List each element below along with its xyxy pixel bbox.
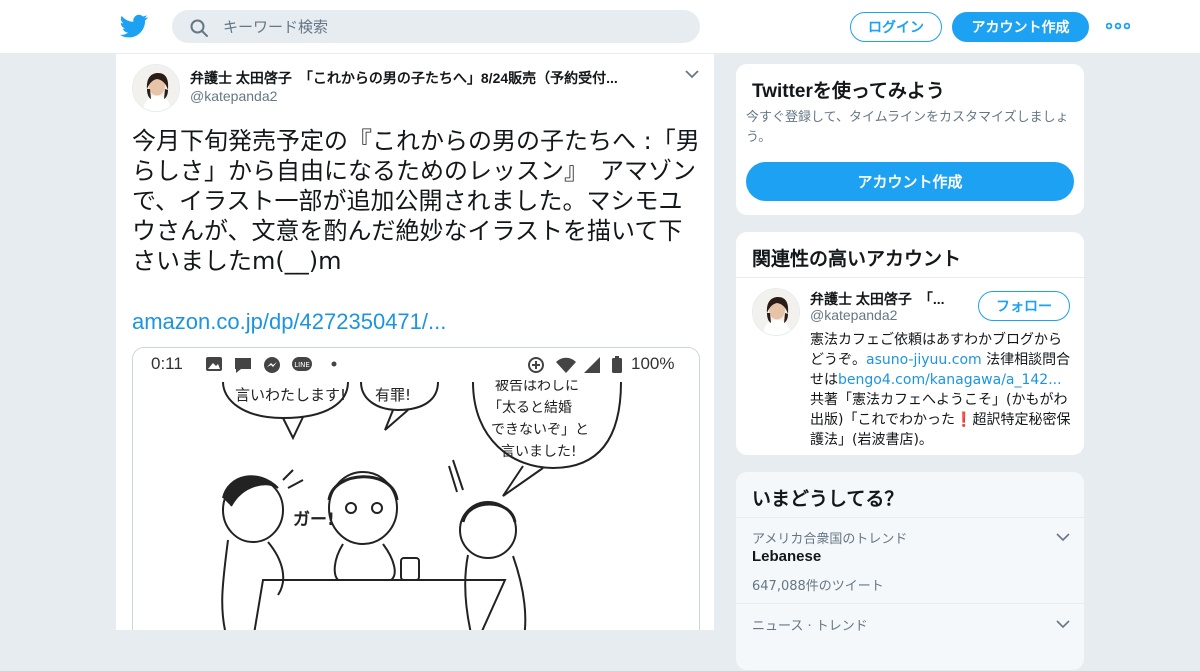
chevron-down-icon[interactable] xyxy=(684,68,700,80)
author-name[interactable]: 弁護士 太田啓子 「これからの男の子たちへ」8/24販売（予約受付... xyxy=(190,68,670,88)
divider xyxy=(736,603,1084,604)
trends-title: いまどうしてる？ xyxy=(752,489,904,510)
svg-text:LINE: LINE xyxy=(294,361,310,369)
wifi-icon xyxy=(556,357,576,373)
top-navigation-bar: ログイン アカウント作成 xyxy=(0,0,1200,54)
signal-icon xyxy=(584,357,600,373)
related-accounts-title: 関連性の高いアカウント xyxy=(752,249,962,270)
exclamation-emoji: ❗ xyxy=(955,412,973,428)
try-twitter-card: Twitterを使ってみよう 今すぐ登録して、タイムラインをカスタマイズしましょ… xyxy=(735,63,1085,216)
bubble-left-text: 言いわたします! xyxy=(235,386,346,404)
try-twitter-title: Twitterを使ってみよう xyxy=(752,81,945,102)
status-time: 0:11 xyxy=(151,354,183,373)
gallery-icon xyxy=(206,357,222,371)
manga-illustration: 言いわたします! 有罪! 被告はわしに 「太ると結婚 できないぞ」と 言いました… xyxy=(221,380,622,630)
search-box[interactable] xyxy=(172,10,700,43)
trend-name[interactable]: Lebanese xyxy=(752,548,821,565)
bio-link[interactable]: asuno-jiyuu.com xyxy=(866,352,982,368)
related-account-handle[interactable]: @katepanda2 xyxy=(810,307,897,323)
dot-icon xyxy=(331,361,337,367)
login-button[interactable]: ログイン xyxy=(850,12,942,42)
trends-card: いまどうしてる？ アメリカ合衆国のトレンド Lebanese 647,088件の… xyxy=(735,471,1085,671)
related-account-avatar[interactable] xyxy=(752,288,800,336)
status-battery: 100% xyxy=(631,354,675,373)
phone-status-bar: 0:11 LINE 100% xyxy=(133,348,699,380)
search-icon xyxy=(190,19,208,37)
bio-link[interactable]: bengo4.com/kanagawa/a_142... xyxy=(838,372,1062,388)
trend-meta: ニュース · トレンド xyxy=(752,619,868,634)
avatar-photo xyxy=(133,65,179,111)
tweet-link[interactable]: amazon.co.jp/dp/4272350471/... xyxy=(132,309,446,335)
avatar-photo xyxy=(753,289,799,335)
trend-meta: アメリカ合衆国のトレンド xyxy=(752,532,908,547)
create-account-button[interactable]: アカウント作成 xyxy=(746,162,1074,201)
bubble-right-text-3: できないぞ」と xyxy=(491,422,589,438)
bubble-right-text-1: 被告はわしに xyxy=(495,380,579,394)
line-icon: LINE xyxy=(292,357,312,371)
author-handle[interactable]: @katepanda2 xyxy=(190,88,277,104)
author-avatar[interactable] xyxy=(132,64,180,112)
twitter-bird-icon[interactable] xyxy=(119,12,149,40)
search-input[interactable] xyxy=(223,11,683,42)
chevron-down-icon[interactable] xyxy=(1056,619,1070,629)
battery-icon xyxy=(612,356,622,373)
related-account-bio: 憲法カフェご依頼はあすわかブログからどうぞ。asuno-jiyuu.com 法律… xyxy=(810,330,1072,450)
related-account-name[interactable]: 弁護士 太田啓子 「... xyxy=(810,289,970,309)
tweet-media-image[interactable]: 0:11 LINE 100% 言いわたします! 有罪! 被告はわしに 「太ると結… xyxy=(132,347,700,630)
tweet-text: 今月下旬発売予定の『これからの男の子たちへ :「男らしさ」から自由になるためのレ… xyxy=(132,127,700,275)
bubble-right-text-2: 「太ると結婚 xyxy=(488,400,572,416)
sfx-text: ガー! xyxy=(293,510,335,530)
follow-button[interactable]: フォロー xyxy=(978,291,1070,321)
tweet-card: 弁護士 太田啓子 「これからの男の子たちへ」8/24販売（予約受付... @ka… xyxy=(115,54,715,630)
messenger-icon xyxy=(264,357,280,373)
more-options-icon[interactable] xyxy=(1106,18,1130,34)
trend-count: 647,088件のツイート xyxy=(752,579,884,594)
chevron-down-icon[interactable] xyxy=(1056,532,1070,542)
bubble-mid-text: 有罪! xyxy=(375,386,411,404)
bubble-right-text-4: 言いました! xyxy=(501,444,577,460)
chat-icon xyxy=(235,358,251,373)
divider xyxy=(736,277,1084,278)
try-twitter-subtitle: 今すぐ登録して、タイムラインをカスタマイズしましょう。 xyxy=(746,110,1069,145)
related-accounts-card: 関連性の高いアカウント 弁護士 太田啓子 「... @katepanda2 フォ… xyxy=(735,231,1085,456)
signup-button[interactable]: アカウント作成 xyxy=(952,12,1089,42)
divider xyxy=(736,517,1084,518)
data-saver-icon xyxy=(528,357,544,373)
